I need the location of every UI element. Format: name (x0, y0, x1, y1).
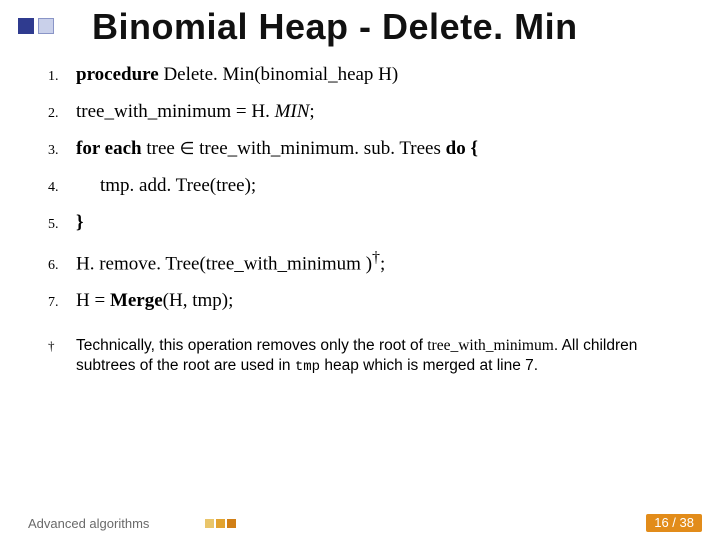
line-number: 7. (48, 295, 76, 311)
code-line-6: 6. H. remove. Tree(tree_with_minimum )†; (48, 249, 690, 275)
line-body: } (76, 212, 84, 234)
line-number: 1. (48, 69, 76, 85)
page-indicator: 16 / 38 (646, 514, 702, 532)
code-line-7: 7. H = Merge(H, tmp); (48, 290, 690, 312)
line-body: H = Merge(H, tmp); (76, 290, 233, 312)
line-body: tmp. add. Tree(tree); (76, 175, 256, 197)
slide-title: Binomial Heap - Delete. Min (92, 6, 578, 48)
footnote-mark: † (48, 338, 76, 354)
line-number: 6. (48, 258, 76, 274)
footnote-body: Technically, this operation removes only… (76, 336, 690, 377)
line-body: tree_with_minimum = H. MIN; (76, 101, 315, 123)
code-line-5: 5. } (48, 212, 690, 234)
title-row: Binomial Heap - Delete. Min (0, 0, 720, 50)
line-number: 5. (48, 217, 76, 233)
title-bullet-light (38, 18, 54, 34)
footer-decoration (205, 519, 236, 528)
square-icon (227, 519, 236, 528)
code-line-3: 3. for each tree ∈ tree_with_minimum. su… (48, 138, 690, 160)
line-body: H. remove. Tree(tree_with_minimum )†; (76, 249, 385, 275)
code-line-1: 1. procedure Delete. Min(binomial_heap H… (48, 64, 690, 86)
line-number: 3. (48, 143, 76, 159)
line-body: for each tree ∈ tree_with_minimum. sub. … (76, 138, 478, 160)
title-bullet-dark (18, 18, 34, 34)
content-area: 1. procedure Delete. Min(binomial_heap H… (0, 50, 720, 377)
footer-label: Advanced algorithms (28, 516, 149, 531)
footer: Advanced algorithms 16 / 38 (0, 514, 720, 532)
code-line-2: 2. tree_with_minimum = H. MIN; (48, 101, 690, 123)
line-number: 4. (48, 180, 76, 196)
square-icon (205, 519, 214, 528)
line-body: procedure Delete. Min(binomial_heap H) (76, 64, 398, 86)
square-icon (216, 519, 225, 528)
line-number: 2. (48, 106, 76, 122)
footnote: † Technically, this operation removes on… (48, 336, 690, 377)
code-line-4: 4. tmp. add. Tree(tree); (48, 175, 690, 197)
